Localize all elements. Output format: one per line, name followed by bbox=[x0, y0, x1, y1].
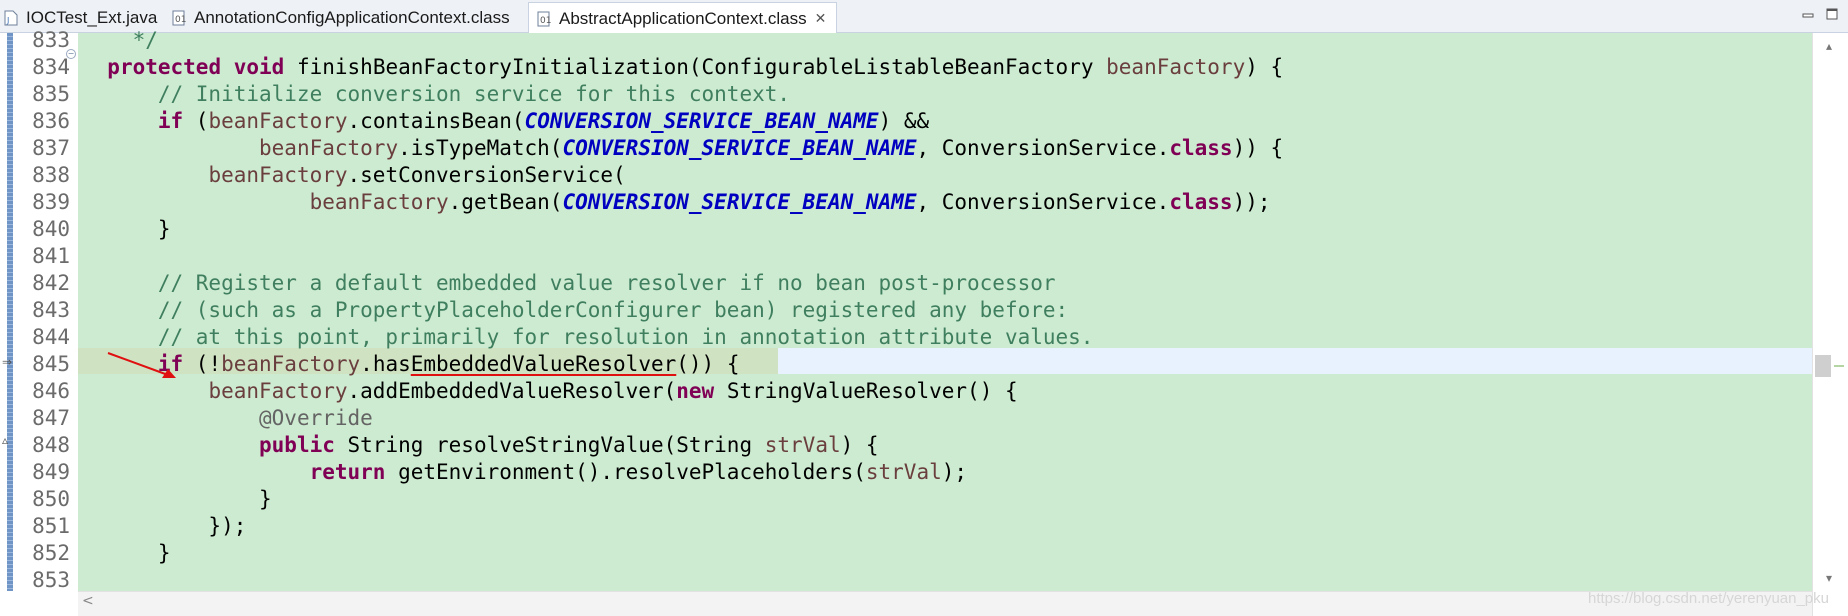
code-text: beanFactory.setConversionService( bbox=[208, 163, 626, 187]
code-line[interactable]: 840 } bbox=[0, 216, 1812, 243]
class-file-icon: 01 bbox=[170, 9, 188, 27]
fold-toggle-icon[interactable]: − bbox=[66, 49, 76, 59]
code-line[interactable]: 853 bbox=[0, 567, 1812, 594]
line-number: 849 bbox=[32, 460, 70, 484]
line-number: 836 bbox=[32, 109, 70, 133]
line-number: 852 bbox=[32, 541, 70, 565]
debug-pointer-icon: ⇒ bbox=[2, 355, 13, 369]
code-lines: 833 */834 protected void finishBeanFacto… bbox=[0, 27, 1812, 594]
code-text: */ bbox=[132, 28, 158, 52]
line-number: 847 bbox=[32, 406, 70, 430]
code-text: } bbox=[82, 541, 171, 565]
code-line[interactable]: 845 if (!beanFactory.hasEmbeddedValueRes… bbox=[0, 351, 1812, 378]
line-number: 843 bbox=[32, 298, 70, 322]
code-line[interactable]: 846 beanFactory.addEmbeddedValueResolver… bbox=[0, 378, 1812, 405]
code-line[interactable]: 847 @Override bbox=[0, 405, 1812, 432]
java-file-icon: J bbox=[2, 9, 20, 27]
tab-label: AbstractApplicationContext.class bbox=[559, 8, 807, 28]
code-text: // at this point, primarily for resoluti… bbox=[157, 325, 1094, 349]
code-text: // Register a default embedded value res… bbox=[157, 271, 1056, 295]
line-number: 851 bbox=[32, 514, 70, 538]
red-arrow-annotation bbox=[107, 352, 176, 378]
scroll-up-icon[interactable]: ▴ bbox=[1826, 39, 1832, 53]
code-line[interactable]: 849 return getEnvironment().resolvePlace… bbox=[0, 459, 1812, 486]
line-number: 850 bbox=[32, 487, 70, 511]
line-number: 840 bbox=[32, 217, 70, 241]
line-number: 841 bbox=[32, 244, 70, 268]
line-number: 839 bbox=[32, 190, 70, 214]
code-line[interactable]: 833 */ bbox=[0, 27, 1812, 54]
code-line[interactable]: 842 // Register a default embedded value… bbox=[0, 270, 1812, 297]
line-number: 838 bbox=[32, 163, 70, 187]
vertical-scrollbar-thumb[interactable] bbox=[1815, 355, 1831, 377]
overview-marker[interactable] bbox=[1834, 365, 1844, 367]
tab-label: IOCTest_Ext.java bbox=[26, 7, 158, 27]
override-marker-icon: ▵ bbox=[2, 433, 9, 447]
code-text: @Override bbox=[259, 406, 373, 430]
line-number: 845 bbox=[32, 352, 70, 376]
code-line[interactable]: 838 beanFactory.setConversionService( bbox=[0, 162, 1812, 189]
minimize-icon[interactable] bbox=[1800, 6, 1816, 22]
code-line[interactable]: 837 beanFactory.isTypeMatch(CONVERSION_S… bbox=[0, 135, 1812, 162]
code-text: }); bbox=[82, 514, 247, 538]
code-line[interactable]: 850 } bbox=[0, 486, 1812, 513]
code-text: if (beanFactory.containsBean(CONVERSION_… bbox=[157, 109, 930, 133]
code-line[interactable]: 851 }); bbox=[0, 513, 1812, 540]
watermark: https://blog.csdn.net/yerenyuan_pku bbox=[1588, 590, 1829, 607]
overview-ruler[interactable] bbox=[1812, 33, 1848, 616]
line-number: 833 bbox=[32, 28, 70, 52]
horizontal-scrollbar[interactable] bbox=[78, 591, 1812, 616]
code-line[interactable]: 839 beanFactory.getBean(CONVERSION_SERVI… bbox=[0, 189, 1812, 216]
line-number: 837 bbox=[32, 136, 70, 160]
line-number: 848 bbox=[32, 433, 70, 457]
line-number: 834 bbox=[32, 55, 70, 79]
code-editor[interactable]: 833 */834 protected void finishBeanFacto… bbox=[0, 28, 1848, 616]
code-text: } bbox=[82, 487, 272, 511]
line-number: 846 bbox=[32, 379, 70, 403]
code-text: beanFactory.getBean(CONVERSION_SERVICE_B… bbox=[309, 190, 1271, 214]
code-line[interactable]: 843 // (such as a PropertyPlaceholderCon… bbox=[0, 297, 1812, 324]
code-text: if (!beanFactory.hasEmbeddedValueResolve… bbox=[157, 352, 740, 376]
code-text: // (such as a PropertyPlaceholderConfigu… bbox=[157, 298, 1069, 322]
code-text: protected void finishBeanFactoryInitiali… bbox=[107, 55, 1284, 79]
code-line[interactable]: 834 protected void finishBeanFactoryInit… bbox=[0, 54, 1812, 81]
line-number: 835 bbox=[32, 82, 70, 106]
scroll-down-icon[interactable]: ▾ bbox=[1826, 571, 1832, 585]
svg-text:J: J bbox=[6, 16, 9, 25]
code-text: } bbox=[82, 217, 171, 241]
class-file-icon: 01 bbox=[535, 10, 553, 28]
line-number: 844 bbox=[32, 325, 70, 349]
code-text: public String resolveStringValue(String … bbox=[259, 433, 879, 457]
maximize-icon[interactable] bbox=[1824, 6, 1840, 22]
code-text: beanFactory.addEmbeddedValueResolver(new… bbox=[208, 379, 1018, 403]
code-line[interactable]: 836 if (beanFactory.containsBean(CONVERS… bbox=[0, 108, 1812, 135]
code-line[interactable]: 844 // at this point, primarily for reso… bbox=[0, 324, 1812, 351]
line-number: 853 bbox=[32, 568, 70, 592]
code-text: // Initialize conversion service for thi… bbox=[157, 82, 791, 106]
code-line[interactable]: 848 public String resolveStringValue(Str… bbox=[0, 432, 1812, 459]
code-line[interactable]: 835 // Initialize conversion service for… bbox=[0, 81, 1812, 108]
code-line[interactable]: 852 } bbox=[0, 540, 1812, 567]
svg-text:01: 01 bbox=[175, 15, 186, 25]
code-text: return getEnvironment().resolvePlacehold… bbox=[309, 460, 968, 484]
close-tab-icon[interactable]: ✕ bbox=[815, 10, 827, 27]
code-text: beanFactory.isTypeMatch(CONVERSION_SERVI… bbox=[259, 136, 1284, 160]
scroll-left-icon[interactable]: < bbox=[82, 593, 94, 609]
code-line[interactable]: 841 bbox=[0, 243, 1812, 270]
tab-label: AnnotationConfigApplicationContext.class bbox=[194, 7, 510, 27]
line-number: 842 bbox=[32, 271, 70, 295]
svg-text:01: 01 bbox=[540, 16, 551, 26]
